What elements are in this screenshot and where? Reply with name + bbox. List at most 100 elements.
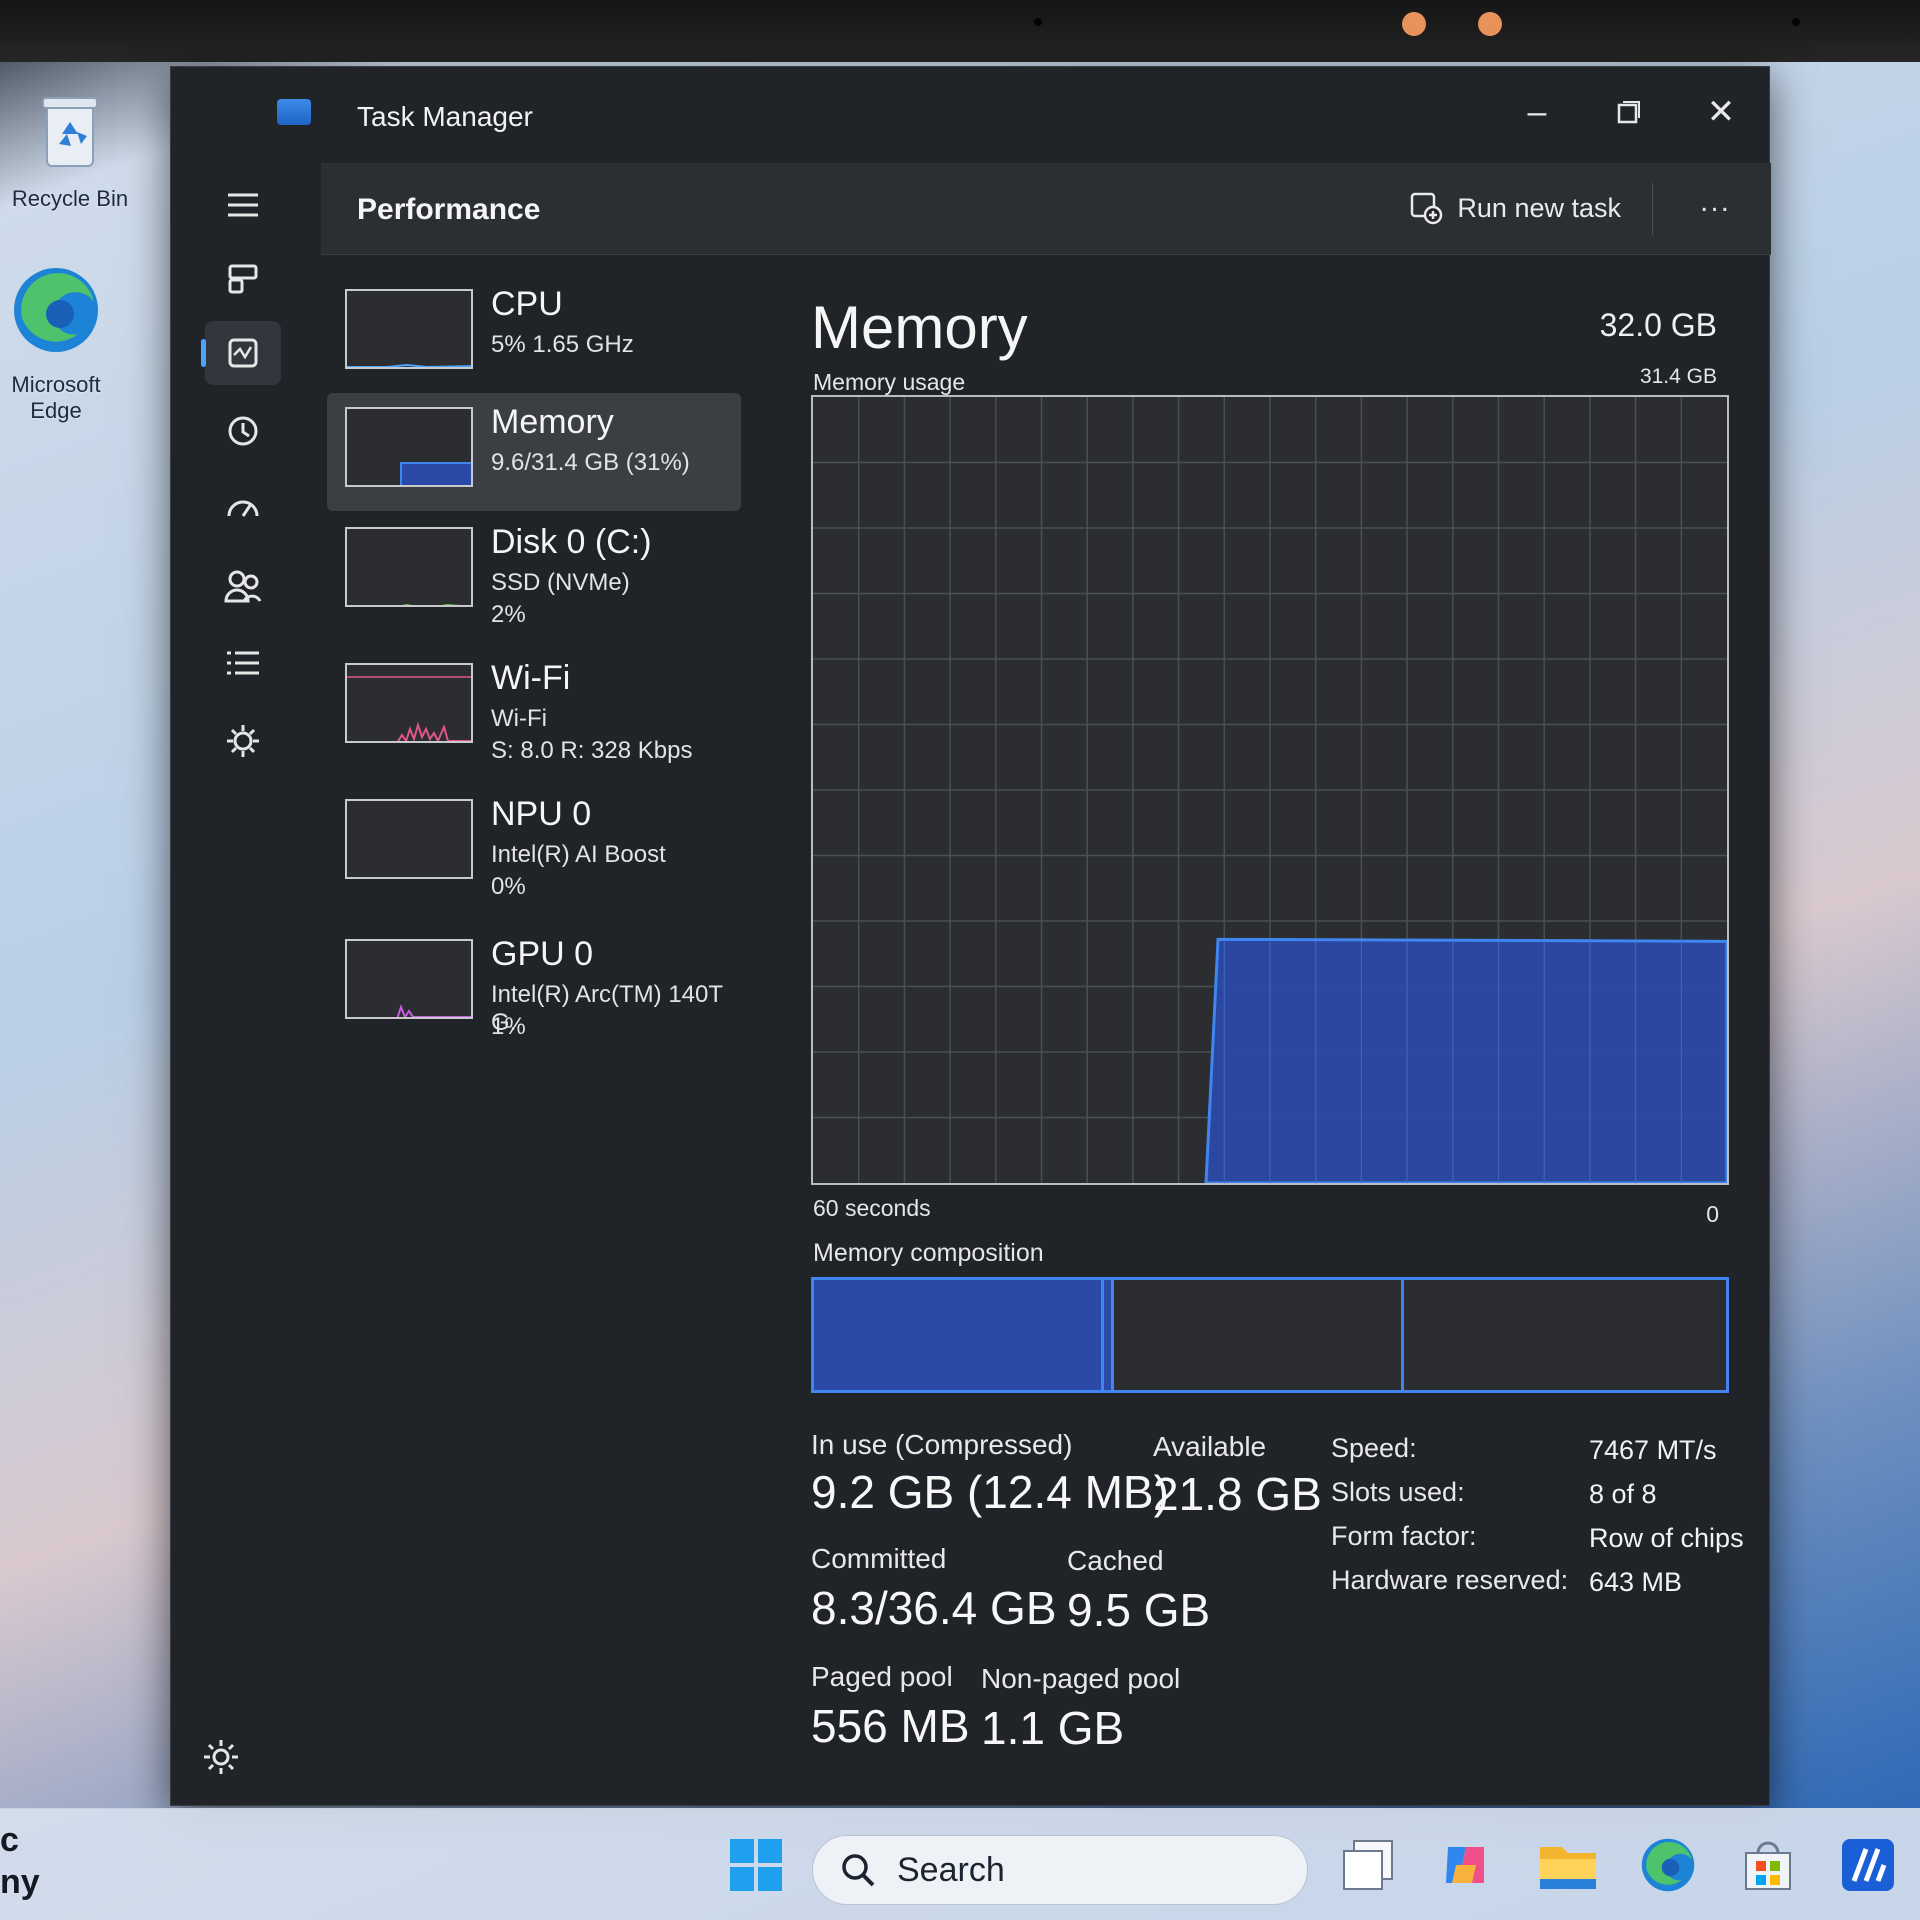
settings-button[interactable] [193,1729,249,1785]
paged-pool-label: Paged pool [811,1661,953,1692]
run-new-task-icon [1411,192,1443,225]
taskbar-widget-line: ny [0,1863,40,1901]
spec-speed-label: Speed: [1331,1433,1417,1463]
desktop-icon-recycle-bin[interactable]: Recycle Bin [0,92,140,212]
nav-hamburger-button[interactable] [205,173,281,237]
resource-name: Memory [491,403,614,441]
taskbar-search-box[interactable]: Search [812,1835,1308,1905]
app-history-icon [228,416,258,446]
close-button[interactable]: ✕ [1691,87,1751,137]
resource-detail: Wi-Fi [491,705,547,732]
resource-item-memory[interactable]: Memory 9.6/31.4 GB (31%) [327,393,741,511]
non-paged-pool-value: 1.1 GB [981,1702,1125,1754]
resource-item-cpu[interactable]: CPU 5% 1.65 GHz [327,275,741,393]
memory-composition-bar [811,1277,1729,1393]
paged-pool-value: 556 MB [811,1700,970,1752]
desktop-icon-label: Recycle Bin [11,186,129,211]
recycle-bin-icon [0,92,140,178]
spec-hardware-reserved-label: Hardware reserved: [1331,1565,1569,1595]
users-icon [224,570,262,603]
hamburger-menu-icon [228,193,258,217]
nav-processes[interactable] [205,247,281,311]
resource-item-wifi[interactable]: Wi-Fi Wi-Fi S: 8.0 R: 328 Kbps [327,649,741,767]
nav-startup-apps[interactable] [205,475,281,539]
nav-details[interactable] [205,631,281,695]
composition-standby [1114,1280,1404,1390]
task-view-icon [1343,1840,1393,1890]
startup-apps-icon [227,500,259,517]
start-button[interactable] [724,1833,788,1897]
resource-detail: 5% 1.65 GHz [491,331,634,358]
taskbar-widget-text[interactable]: c ny [0,1819,40,1903]
resource-name: GPU 0 [491,935,594,973]
more-options-button[interactable]: ... [1700,185,1731,219]
copilot-icon [1446,1847,1484,1883]
close-icon: ✕ [1706,93,1736,131]
nav-services[interactable] [205,709,281,773]
resource-item-npu[interactable]: NPU 0 Intel(R) AI Boost 0% [327,785,741,903]
page-title: Performance [357,193,541,226]
spec-slots-value: 8 of 8 [1589,1479,1657,1509]
windows-start-icon [730,1839,782,1891]
memory-panel: Memory 32.0 GB Memory usage 31.4 GB 60 s… [791,255,1751,1795]
window-title: Task Manager [357,101,533,132]
memory-usage-area [1204,937,1729,1185]
disk-thumbnail-graph [345,527,473,607]
minimize-icon: – [1527,92,1547,131]
processes-icon [228,264,258,294]
spec-hardware-reserved-value: 643 MB [1589,1567,1683,1597]
resource-item-disk[interactable]: Disk 0 (C:) SSD (NVMe) 2% [327,513,741,631]
page-header: Performance Run new task ... [321,163,1771,255]
resource-name: Wi-Fi [491,659,571,697]
resource-name: CPU [491,285,563,323]
edge-icon [0,262,126,364]
resource-item-gpu[interactable]: GPU 0 Intel(R) Arc(TM) 140T G. 1% [327,925,741,1043]
navigation-rail [171,163,321,1803]
camera-indicator [1478,12,1502,36]
taskbar-copilot[interactable] [1434,1833,1498,1897]
memory-title: Memory [811,294,1028,361]
taskbar-edge[interactable] [1636,1833,1700,1897]
run-new-task-label: Run new task [1457,192,1621,223]
memory-max-label: 31.4 GB [1639,365,1717,388]
sensor-dot [1034,18,1042,26]
memory-composition-label: Memory composition [813,1239,1044,1267]
task-manager-window: Task Manager – ✕ Performance Run new tas… [170,66,1771,1806]
desktop-icon-label: Microsoft Edge [11,372,101,423]
nav-app-history[interactable] [205,399,281,463]
taskbar-file-explorer[interactable] [1536,1833,1600,1897]
maximize-button[interactable] [1599,87,1659,137]
resource-detail: Intel(R) Arc(TM) 140T G. [491,981,723,1036]
npu-thumbnail-graph [345,799,473,879]
file-explorer-icon [1540,1847,1596,1889]
resource-detail: 9.6/31.4 GB (31%) [491,449,690,476]
minimize-button[interactable]: – [1507,87,1567,137]
spec-speed-value: 7467 MT/s [1589,1435,1717,1465]
committed-label: Committed [811,1543,947,1574]
maximize-icon [1617,101,1640,124]
taskbar-intel-ai[interactable] [1836,1833,1900,1897]
wifi-thumbnail-graph [345,663,473,743]
taskbar-widget-line: c [0,1821,19,1859]
desktop-icon-edge[interactable]: Microsoft Edge [0,262,126,424]
spec-form-factor-value: Row of chips [1589,1523,1744,1553]
cpu-thumbnail-graph [345,289,473,369]
taskbar: c ny Search [0,1808,1920,1920]
taskbar-task-view[interactable] [1336,1833,1400,1897]
resource-name: NPU 0 [491,795,592,833]
graph-axis-right-label: 0 [1706,1201,1719,1227]
nav-performance[interactable] [201,321,281,385]
committed-value: 8.3/36.4 GB [811,1582,1057,1634]
available-value: 21.8 GB [1153,1468,1322,1520]
performance-icon [228,338,258,368]
taskbar-store[interactable] [1736,1833,1800,1897]
gpu-thumbnail-graph [345,939,473,1019]
nav-users[interactable] [205,555,281,619]
resource-list: CPU 5% 1.65 GHz Memory 9.6/31.4 GB (31%)… [321,255,761,1795]
memory-thumbnail-graph [345,407,473,487]
in-use-value: 9.2 GB (12.4 MB) [811,1466,1169,1518]
sensor-dot [1792,18,1800,26]
camera-indicator [1402,12,1426,36]
run-new-task-button[interactable]: Run new task [1409,185,1621,231]
title-bar[interactable]: Task Manager – ✕ [171,67,1769,163]
